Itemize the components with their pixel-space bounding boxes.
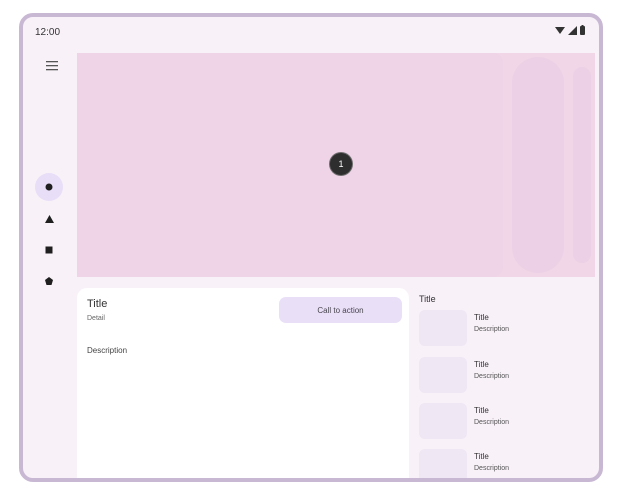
- circle-icon: [45, 183, 53, 191]
- page-indicator-badge: 1: [330, 153, 352, 175]
- list-item[interactable]: Title Description: [419, 403, 589, 441]
- status-bar: 12:00: [23, 17, 599, 49]
- list-item-title: Title: [474, 360, 489, 369]
- list-item-description: Description: [474, 465, 510, 472]
- carousel-item-main[interactable]: [77, 53, 503, 277]
- list-item-description: Description: [474, 419, 510, 426]
- list-item-thumbnail: [419, 403, 467, 439]
- list-panel: Title Title Description Title Descriptio…: [419, 292, 599, 478]
- nav-item-square[interactable]: [35, 236, 63, 264]
- list-item-thumbnail: [419, 357, 467, 393]
- signal-icon: [568, 25, 577, 35]
- triangle-icon: [44, 215, 54, 223]
- nav-item-triangle[interactable]: [35, 205, 63, 233]
- list-item[interactable]: Title Description: [419, 449, 589, 478]
- nav-item-pentagon[interactable]: [35, 267, 63, 295]
- list-item-title: Title: [474, 313, 489, 322]
- nav-item-circle[interactable]: [35, 173, 63, 201]
- list-item-description: Description: [474, 373, 510, 380]
- device-frame: 12:00 1 Title Detail Call to action Desc…: [19, 13, 603, 482]
- status-time: 12:00: [35, 27, 61, 38]
- pentagon-icon: [45, 277, 53, 285]
- carousel-item-next[interactable]: [512, 57, 564, 273]
- carousel-item-peek[interactable]: [573, 67, 591, 263]
- detail-subtitle: Detail: [87, 315, 105, 322]
- detail-title: Title: [87, 298, 108, 310]
- detail-description: Description: [87, 346, 128, 355]
- list-title: Title: [419, 294, 436, 304]
- call-to-action-button[interactable]: Call to action: [279, 297, 402, 323]
- square-icon: [45, 246, 53, 254]
- list-item-thumbnail: [419, 310, 467, 346]
- detail-card: Title Detail Call to action Description: [77, 288, 409, 478]
- list-item-title: Title: [474, 452, 489, 461]
- menu-icon[interactable]: [44, 59, 60, 73]
- list-item[interactable]: Title Description: [419, 357, 589, 395]
- battery-icon: [580, 25, 585, 35]
- hero-carousel[interactable]: 1: [77, 53, 595, 277]
- list-item-description: Description: [474, 326, 510, 333]
- list-item-thumbnail: [419, 449, 467, 478]
- status-icons: [555, 25, 585, 35]
- wifi-icon: [555, 27, 565, 34]
- list-item[interactable]: Title Description: [419, 310, 589, 348]
- list-item-title: Title: [474, 406, 489, 415]
